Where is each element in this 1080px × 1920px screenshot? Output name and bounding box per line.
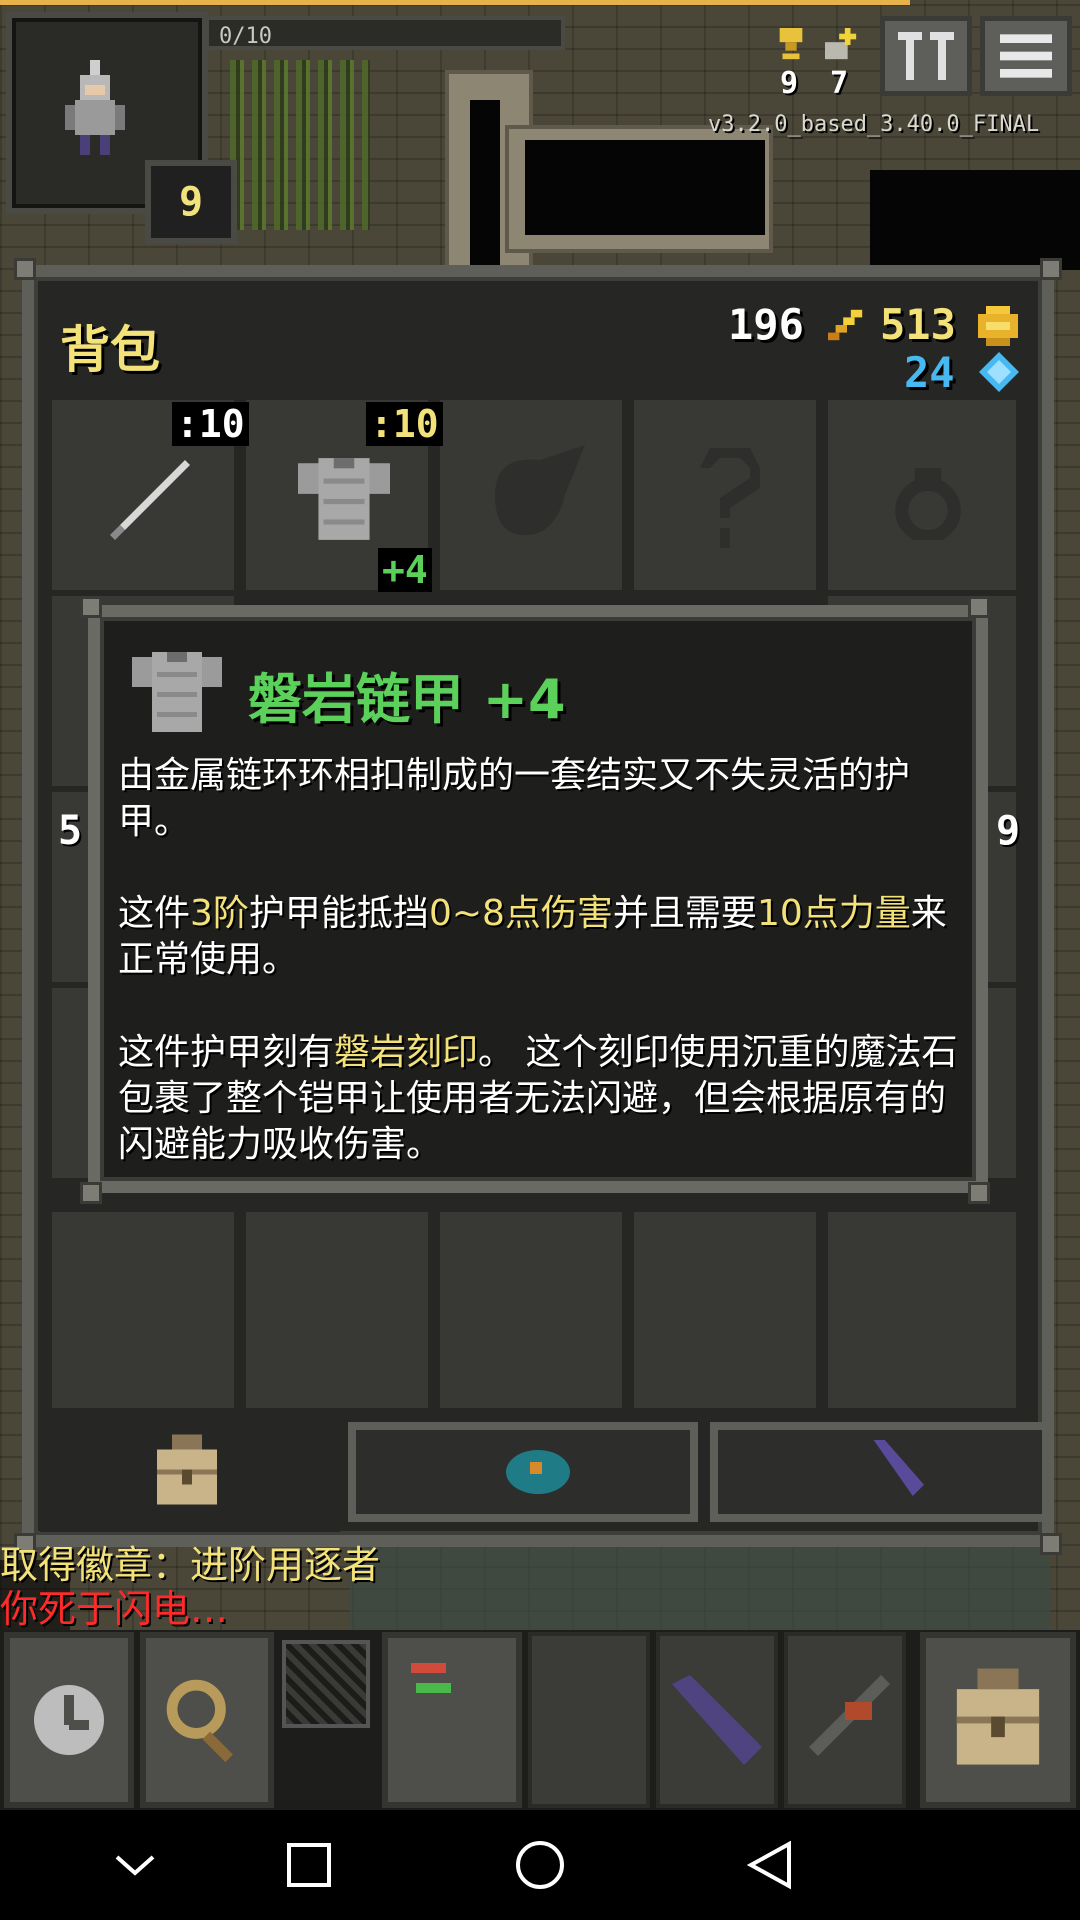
gold-icon [978,306,1018,346]
challenges-count: 9 [780,66,799,101]
backpack-icon [956,1668,1040,1765]
menu-button[interactable] [980,16,1072,96]
wait-icon [34,1685,104,1755]
quickslot-2[interactable] [656,1632,778,1808]
side-number-left: 5 [58,808,83,854]
strength-req: 10点力量 [756,893,911,934]
inventory-button[interactable] [920,1632,1076,1808]
trophy-icon[interactable] [776,28,806,62]
armor-block: 0~8点伤害 [428,893,613,934]
keys-count: 7 [830,66,849,101]
window-corner [80,596,102,618]
energy-count: 513 [880,300,956,349]
menu-icon [1000,34,1052,78]
backpack-title: 背包 [60,321,160,379]
sword-icon [110,460,190,540]
chainmail-icon [132,652,222,732]
journal-button[interactable] [880,16,972,96]
inventory-slot[interactable] [246,1212,434,1408]
armor-upgrade-label: +4 [378,548,432,592]
bag-tab-pouch[interactable] [348,1422,698,1522]
nav-back-button[interactable] [735,1830,805,1900]
hero-level: 9 [145,160,237,244]
window-corner [968,596,990,618]
dark-void [470,100,500,270]
quickslot-3[interactable] [784,1632,906,1808]
bag-tab-wand-holster[interactable] [710,1422,1050,1522]
bag-tab-main[interactable] [40,1420,340,1532]
weapon-slot-label: :10 [172,402,249,446]
desc-text: 这件护甲刻有 [118,1032,335,1073]
item-description-3: 这件护甲刻有磐岩刻印。 这个刻印使用沉重的魔法石包裹了整个铠甲让使用者无法闪避，… [118,1030,958,1168]
vine-decoration [230,60,370,230]
gold-count: 196 [728,300,804,349]
search-button[interactable] [140,1632,274,1808]
artifact-placeholder-icon [495,445,585,535]
window-corner [968,1182,990,1204]
wand-icon [672,1675,762,1765]
inventory-slot[interactable] [828,1212,1016,1408]
unknown-placeholder-icon [700,448,760,548]
dark-void [870,170,1080,270]
gems-count: 24 [904,348,955,397]
journal-icon [898,32,954,80]
inventory-slot[interactable] [440,1212,628,1408]
wait-button[interactable] [4,1632,134,1808]
item-description-2: 这件3阶护甲能抵挡0~8点伤害并且需要10点力量来正常使用。 [118,891,958,983]
desc-text: 护甲能抵挡 [248,893,429,934]
chevron-down-icon [115,1855,155,1876]
inventory-slot[interactable] [52,1212,240,1408]
chainmail-icon [298,458,390,540]
hero-portrait [65,60,125,155]
ring-placeholder-icon [895,468,961,540]
desc-text: 这件 [118,893,191,934]
wand-icon [873,1440,924,1496]
gem-icon [979,352,1019,392]
dark-void [525,140,765,235]
swap-icon [411,1663,451,1693]
desc-text: 并且需要 [612,893,757,934]
nav-home-button[interactable] [505,1830,575,1900]
quickslot-1[interactable] [528,1632,650,1808]
search-icon [166,1679,233,1763]
item-description-1: 由金属链环环相扣制成的一套结实又不失灵活的护甲。 [118,755,911,842]
window-corner [80,1182,102,1204]
item-name: 磐岩链甲 +4 [248,668,566,731]
window-corner [14,258,36,280]
nav-hide-button[interactable] [100,1830,170,1900]
quickslot-swap-button[interactable] [382,1632,522,1808]
glyph-name: 磐岩刻印 [334,1032,479,1073]
xp-bar: 0/10 [205,16,565,50]
window-corner [1040,1533,1062,1555]
back-triangle-icon [747,1840,791,1890]
circle-icon [516,1841,564,1889]
seed-pouch-icon [506,1450,570,1494]
armor-slot-label: :10 [366,402,443,446]
log-line: 你死于闪电… [0,1587,229,1631]
window-corner [1040,258,1062,280]
armor-tier: 3阶 [190,893,249,934]
backpack-icon [157,1434,217,1505]
square-icon [287,1843,331,1887]
key-icon[interactable] [824,28,860,62]
version-label: v3.2.0_based_3.40.0_FINAL [708,112,1040,137]
inventory-slot[interactable] [634,1212,822,1408]
crossbow-icon [809,1675,890,1756]
health-bar [0,0,910,5]
nav-recents-button[interactable] [274,1830,344,1900]
water-tiles [350,1545,1050,1630]
ladder-tile [282,1640,370,1728]
energy-icon [828,309,863,341]
side-number-right: 9 [996,808,1021,854]
